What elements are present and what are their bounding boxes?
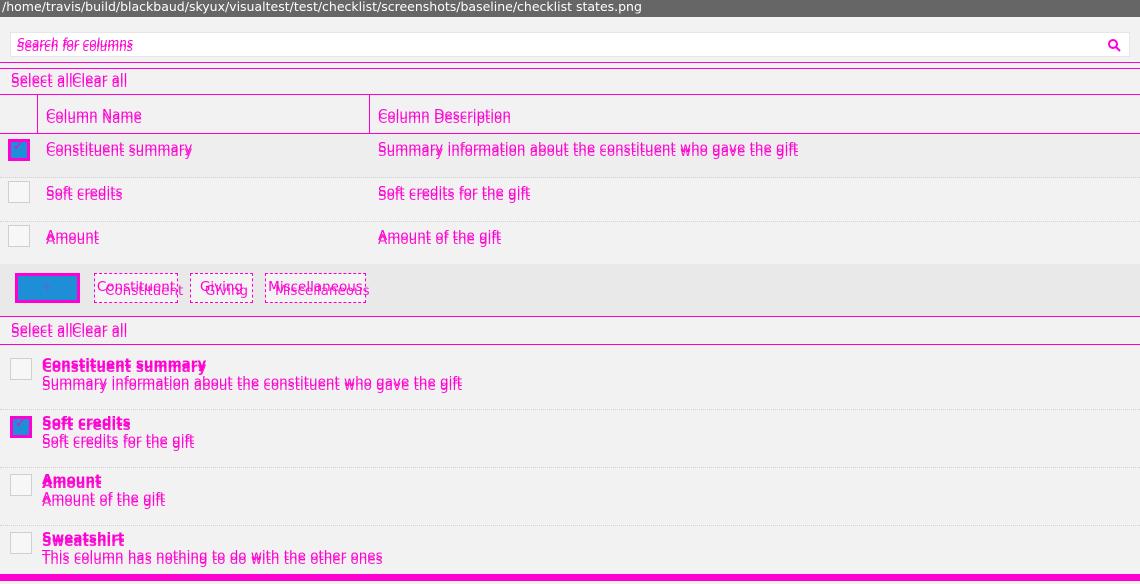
clear-all-button[interactable]: Clear all Clear all xyxy=(72,321,127,341)
list-checkbox[interactable] xyxy=(10,474,32,496)
divider xyxy=(0,68,1140,69)
table-row[interactable]: Constituent summaryConstituent summary S… xyxy=(0,134,1140,178)
filter-all-button[interactable]: ⁘ xyxy=(15,273,80,303)
list-checkbox[interactable] xyxy=(10,416,32,438)
filter-miscellaneous-button[interactable]: Miscellaneous Miscellaneous xyxy=(265,273,370,303)
row-checkbox[interactable] xyxy=(8,225,30,247)
list-item-description: Amount of the gift Amount of the gift xyxy=(42,490,166,510)
select-all-button[interactable]: Select all Select all xyxy=(11,71,73,91)
search-input[interactable]: Search for columns Search for columns xyxy=(10,32,1130,57)
list-item[interactable]: Amount Amount Amount of the gift Amount of… xyxy=(0,468,1140,526)
list-item-description: This column has nothing to do with the o… xyxy=(42,548,383,568)
list-item-title: Constituent summary Constituent summary xyxy=(42,356,207,376)
column-separator xyxy=(37,95,38,135)
filter-giving-button[interactable]: Giving Giving xyxy=(190,273,253,303)
select-all-button[interactable]: Select all Select all xyxy=(11,321,73,341)
column-separator xyxy=(369,95,370,135)
category-filter-bar: ⁘ Constituent Constituent Giving Giving Mi… xyxy=(0,264,1140,316)
divider xyxy=(0,344,1140,345)
row-checkbox[interactable] xyxy=(8,139,30,161)
filter-icon: ⁘ xyxy=(42,281,53,294)
list-item[interactable]: Constituent summary Constituent summary S… xyxy=(0,352,1140,410)
row-name: Constituent summary Constituent summary xyxy=(46,140,193,160)
list-item-description: Summary information about the constituen… xyxy=(42,374,463,394)
table-row[interactable]: Amount Amount Amount of the gift Amount of… xyxy=(0,222,1140,266)
list-item-title: Soft credits Soft credits xyxy=(42,414,131,434)
list-item-title: Sweatshirt Sweatshirt xyxy=(42,530,125,550)
list-checkbox[interactable] xyxy=(10,532,32,554)
divider xyxy=(0,316,1140,317)
row-name: Amount Amount xyxy=(46,228,100,248)
row-description: Soft credits for the gift Soft credits fo… xyxy=(378,184,531,204)
filter-constituent-button[interactable]: Constituent Constituent xyxy=(94,273,183,303)
column-header-name[interactable]: Column Name Column Name xyxy=(46,107,142,127)
table-row[interactable]: Soft credits Soft credits Soft credits fo… xyxy=(0,178,1140,222)
grid-header: Column Name Column Name Column Descriptio… xyxy=(0,94,1140,135)
diff-highlight-bar xyxy=(0,574,1140,581)
window-title: /home/travis/build/blackbaud/skyux/visua… xyxy=(0,0,1140,17)
list-checkbox[interactable] xyxy=(10,358,32,380)
search-placeholder: Search for columns Search for columns xyxy=(17,36,134,54)
row-description: Summary information about the constituen… xyxy=(378,140,799,160)
column-header-description[interactable]: Column Description Column Description xyxy=(378,107,511,127)
list-item-title: Amount Amount xyxy=(42,472,102,492)
search-icon[interactable] xyxy=(1107,37,1121,52)
list-item[interactable]: Soft creditsSoft credits Soft credits fo… xyxy=(0,410,1140,468)
row-checkbox[interactable] xyxy=(8,181,30,203)
divider xyxy=(0,62,1140,63)
row-name: Soft credits Soft credits xyxy=(46,184,123,204)
clear-all-button[interactable]: Clear all Clear all xyxy=(72,71,127,91)
row-description: Amount of the gift Amount of the gift xyxy=(378,228,502,248)
list-item-description: Soft credits for the gift Soft credits fo… xyxy=(42,432,195,452)
